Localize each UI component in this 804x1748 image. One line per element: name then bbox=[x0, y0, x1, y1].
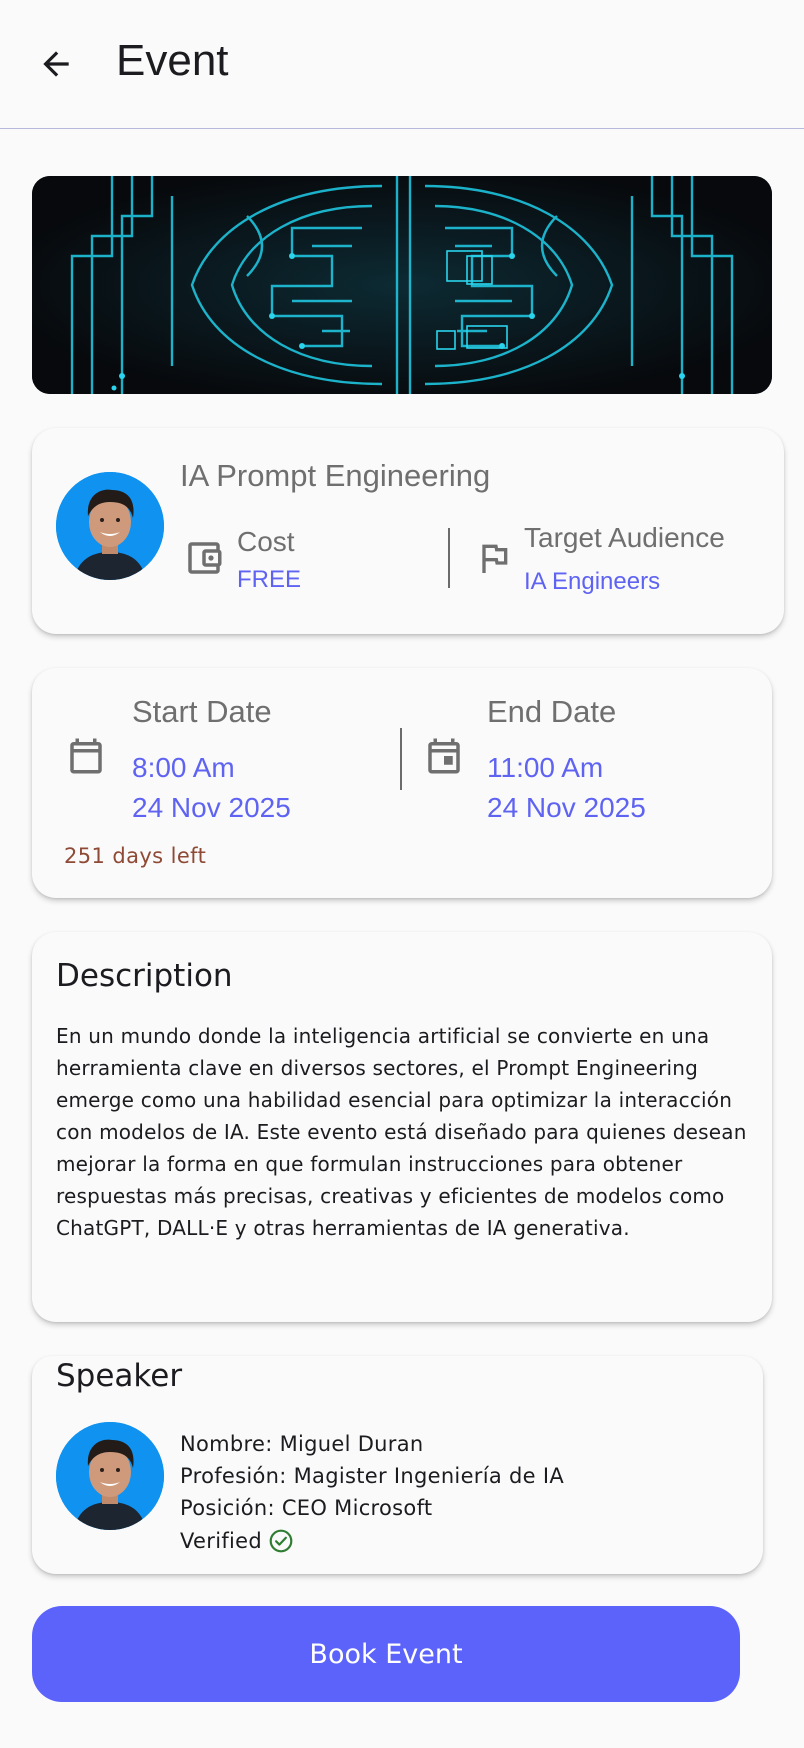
speaker-name: Nombre: Miguel Duran bbox=[180, 1432, 424, 1456]
speaker-position: Posición: CEO Microsoft bbox=[180, 1496, 433, 1520]
organizer-avatar bbox=[56, 472, 164, 580]
divider bbox=[400, 728, 402, 790]
flag-icon bbox=[472, 536, 516, 580]
speaker-profession: Profesión: Magister Ingeniería de IA bbox=[180, 1464, 564, 1488]
divider bbox=[448, 528, 450, 588]
end-date-label: End Date bbox=[487, 694, 617, 729]
page-title: Event bbox=[116, 36, 229, 85]
wallet-icon bbox=[182, 536, 226, 580]
description-text: En un mundo donde la inteligencia artifi… bbox=[56, 1024, 747, 1240]
circuit-brain-image bbox=[32, 176, 772, 394]
audience-value: IA Engineers bbox=[524, 568, 661, 595]
event-dates-card: Start Date 8:00 Am 24 Nov 2025 End Date … bbox=[32, 668, 772, 898]
event-info-card: IA Prompt Engineering Cost FREE Target A… bbox=[32, 428, 784, 634]
days-left-text: 251 days left bbox=[64, 844, 207, 868]
check-circle-icon bbox=[269, 1529, 293, 1553]
verified-row: Verified bbox=[180, 1528, 294, 1554]
event-name: IA Prompt Engineering bbox=[180, 458, 491, 493]
cost-label: Cost bbox=[237, 526, 295, 557]
calendar-icon bbox=[64, 734, 108, 778]
audience-label: Target Audience bbox=[524, 522, 725, 553]
start-date-value: 24 Nov 2025 bbox=[132, 792, 291, 823]
cost-value: FREE bbox=[237, 566, 302, 593]
back-button[interactable] bbox=[30, 38, 82, 90]
description-card: Description En un mundo donde la intelig… bbox=[32, 932, 772, 1322]
book-event-button[interactable]: Book Event bbox=[32, 1606, 740, 1702]
speaker-title: Speaker bbox=[56, 1358, 183, 1394]
start-date-label: Start Date bbox=[132, 694, 272, 729]
verified-label: Verified bbox=[180, 1529, 263, 1553]
end-date-value: 24 Nov 2025 bbox=[487, 792, 646, 823]
app-bar: Event bbox=[0, 0, 804, 129]
event-banner-image bbox=[32, 176, 772, 394]
speaker-avatar bbox=[56, 1422, 164, 1530]
speaker-card: Speaker Nombre: Miguel Duran Profesión: … bbox=[32, 1356, 763, 1574]
description-title: Description bbox=[56, 958, 233, 994]
start-time: 8:00 Am bbox=[132, 752, 235, 783]
arrow-left-icon bbox=[43, 51, 69, 77]
calendar-event-icon bbox=[422, 734, 466, 778]
end-time: 11:00 Am bbox=[487, 752, 604, 783]
